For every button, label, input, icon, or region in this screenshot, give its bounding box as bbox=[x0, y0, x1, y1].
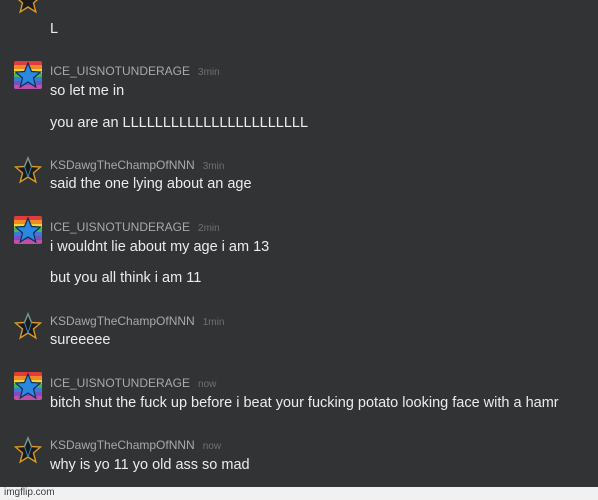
star-icon[interactable] bbox=[14, 0, 42, 14]
timestamp: 3min bbox=[202, 161, 225, 172]
bottom-bar bbox=[0, 487, 598, 500]
timestamp: now bbox=[198, 379, 217, 390]
rainbow-star-icon[interactable] bbox=[14, 372, 42, 400]
message-text: so let me in bbox=[50, 83, 125, 99]
username[interactable]: ICE_UISNOTUNDERAGE now bbox=[50, 376, 216, 390]
timestamp: 2min bbox=[198, 223, 220, 234]
message-text: why is yo 11 yo old ass so mad bbox=[50, 457, 250, 473]
timestamp: 3min bbox=[198, 67, 220, 78]
username[interactable]: KSDawgTheChampOfNNN 1min bbox=[50, 314, 224, 328]
username[interactable]: ICE_UISNOTUNDERAGE 2min bbox=[50, 220, 220, 234]
message-text: L bbox=[50, 21, 59, 37]
message-text: but you all think i am 11 bbox=[50, 270, 202, 286]
rainbow-star-icon[interactable] bbox=[14, 61, 42, 89]
message-text: i wouldnt lie about my age i am 13 bbox=[50, 239, 270, 255]
star-icon[interactable] bbox=[14, 312, 42, 340]
message-text: you are an LLLLLLLLLLLLLLLLLLLLLLL bbox=[50, 115, 309, 131]
message-text: bitch shut the fuck up before i beat you… bbox=[50, 395, 559, 411]
rainbow-star-icon[interactable] bbox=[14, 216, 42, 244]
username[interactable]: KSDawgTheChampOfNNN now bbox=[50, 438, 221, 452]
timestamp: 1min bbox=[202, 317, 225, 328]
timestamp: now bbox=[202, 441, 222, 452]
message-text: said the one lying about an age bbox=[50, 176, 252, 192]
star-icon[interactable] bbox=[14, 436, 42, 464]
message-text: sureeeee bbox=[50, 332, 111, 348]
username[interactable]: ICE_UISNOTUNDERAGE 3min bbox=[50, 64, 220, 78]
star-icon[interactable] bbox=[14, 156, 42, 184]
watermark: imgflip.com bbox=[4, 487, 55, 498]
username[interactable]: KSDawgTheChampOfNNN 3min bbox=[50, 158, 224, 172]
